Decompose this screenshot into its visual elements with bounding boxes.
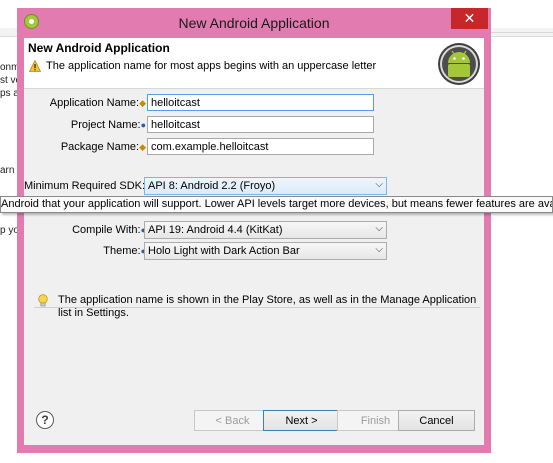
project-name-input[interactable] [147, 116, 374, 133]
window-title: New Android Application [178, 15, 330, 31]
wizard-message: The application name for most apps begin… [46, 60, 377, 72]
close-button[interactable]: ✕ [451, 8, 488, 29]
min-sdk-tooltip: Android that your application will suppo… [0, 196, 553, 213]
next-button[interactable]: Next > [263, 410, 340, 431]
info-message: The application name is shown in the Pla… [58, 294, 477, 319]
cancel-button[interactable]: Cancel [398, 410, 475, 431]
compile-with-label: Compile With:● [72, 224, 146, 236]
application-name-input[interactable] [147, 94, 374, 111]
package-name-label: Package Name:◆ [60, 141, 146, 153]
compile-with-select[interactable]: API 19: Android 4.4 (KitKat) ⌵ [144, 221, 387, 239]
chevron-down-icon: ⌵ [375, 179, 383, 190]
project-name-label: Project Name:● [70, 119, 146, 131]
theme-value: Holo Light with Dark Action Bar [148, 245, 300, 257]
application-name-label: Application Name:◆ [49, 97, 146, 109]
dialog-titlebar[interactable]: New Android Application ✕ [17, 8, 491, 38]
android-logo-icon [438, 43, 480, 85]
back-button[interactable]: < Back [194, 410, 271, 431]
theme-label: Theme:● [103, 245, 146, 257]
warning-triangle-icon [29, 60, 41, 72]
wizard-header: New Android Application The application … [24, 38, 484, 89]
min-sdk-select[interactable]: API 8: Android 2.2 (Froyo) ⌵ [144, 177, 387, 195]
min-sdk-label: Minimum Required SDK:● [24, 180, 150, 192]
package-name-input[interactable] [147, 138, 374, 155]
help-button[interactable]: ? [36, 411, 54, 429]
lightbulb-icon [38, 294, 48, 307]
wizard-title: New Android Application [28, 41, 170, 55]
min-sdk-value: API 8: Android 2.2 (Froyo) [148, 180, 276, 192]
background-divider [490, 32, 553, 33]
dialog-content: New Android Application The application … [24, 38, 484, 445]
chevron-down-icon: ⌵ [375, 244, 383, 255]
new-android-application-dialog: New Android Application ✕ New Android Ap… [17, 8, 491, 453]
compile-with-value: API 19: Android 4.4 (KitKat) [148, 224, 283, 236]
theme-select[interactable]: Holo Light with Dark Action Bar ⌵ [144, 242, 387, 260]
chevron-down-icon: ⌵ [375, 223, 383, 234]
